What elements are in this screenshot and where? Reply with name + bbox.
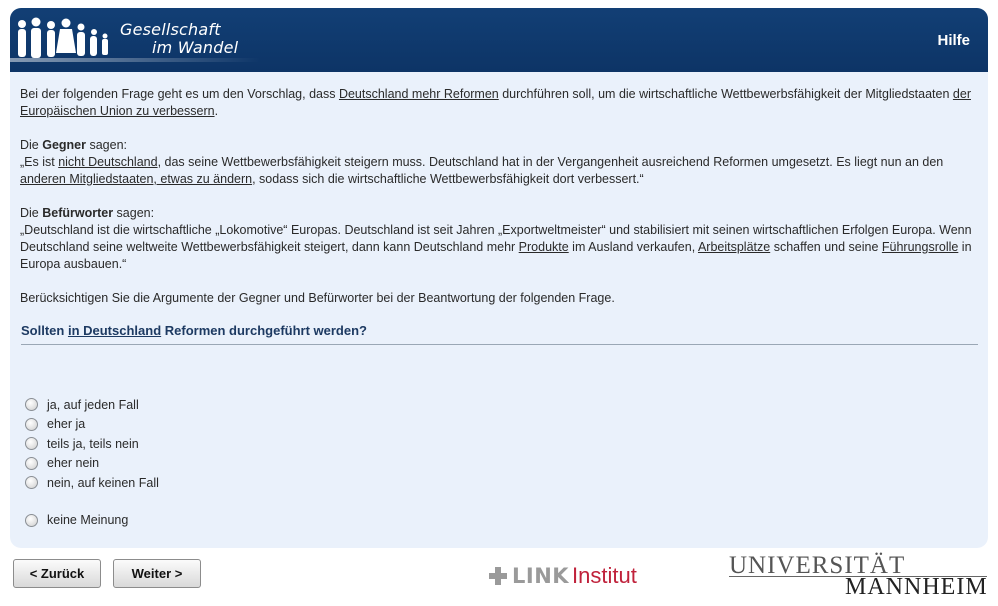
question-text-part: Reformen durchgeführt werden? [161, 323, 367, 338]
next-button[interactable]: Weiter > [113, 559, 201, 588]
opponents-quote: , das seine Wettbewerbsfähigkeit steiger… [157, 155, 944, 169]
opponents-quote: „Es ist [20, 155, 59, 169]
link-logo-institut: Institut [572, 563, 637, 588]
option-row[interactable]: teils ja, teils nein [25, 434, 159, 454]
link-logo-word: LINK [512, 564, 570, 588]
option-row[interactable]: ja, auf jeden Fall [25, 395, 159, 415]
term-link-leadership[interactable]: Führungsrolle [882, 240, 958, 254]
option-label: eher nein [47, 456, 100, 471]
supporters-quote: im Ausland verkaufen, [568, 240, 698, 254]
university-logo-line2: MANNHEIM [845, 574, 988, 600]
term-link-products[interactable]: Produkte [519, 240, 569, 254]
intro-paragraph: Bei der folgenden Frage geht es um den V… [20, 86, 980, 120]
option-row[interactable]: eher nein [25, 454, 159, 474]
term-link-jobs[interactable]: Arbeitsplätze [698, 240, 770, 254]
option-label: nein, auf keinen Fall [47, 475, 159, 490]
logo-title-line1: Gesellschaft [120, 20, 221, 39]
intro-text: . [214, 104, 219, 118]
radio-button[interactable] [25, 513, 38, 527]
option-label: teils ja, teils nein [47, 436, 139, 451]
help-link[interactable]: Hilfe [937, 32, 970, 49]
intro-text: durchführen soll, um die wirtschaftliche… [498, 87, 953, 101]
radio-button[interactable] [25, 417, 38, 431]
option-row[interactable]: eher ja [25, 415, 159, 435]
term-link-in-germany[interactable]: in Deutschland [68, 323, 161, 338]
radio-button[interactable] [25, 437, 38, 451]
option-row[interactable]: nein, auf keinen Fall [25, 473, 159, 493]
answer-options: ja, auf jeden Fall eher ja teils ja, tei… [25, 395, 159, 530]
supporters-label: Die [20, 206, 43, 220]
link-institut-logo: LINK Institut [488, 563, 637, 589]
link-logo-icon [489, 567, 507, 585]
radio-button[interactable] [25, 456, 38, 470]
instruction-text: Berücksichtigen Sie die Argumente der Ge… [20, 291, 615, 305]
radio-button[interactable] [25, 476, 38, 490]
question-text-part: Sollten [21, 323, 68, 338]
opponents-label: sagen: [86, 138, 128, 152]
question-heading: Sollten in Deutschland Reformen durchgef… [21, 323, 978, 345]
supporters-label-bold: Befürworter [42, 206, 114, 220]
term-link-reforms[interactable]: Deutschland mehr Reformen [339, 87, 499, 101]
supporters-paragraph: Die Befürworter sagen: „Deutschland ist … [20, 205, 980, 273]
header-bar: Gesellschaft im Wandel Hilfe [10, 8, 988, 72]
option-label: eher ja [47, 417, 86, 432]
option-label: ja, auf jeden Fall [47, 397, 139, 412]
term-link-not-germany[interactable]: nicht Deutschland [58, 155, 157, 169]
intro-text: Bei der folgenden Frage geht es um den V… [20, 87, 339, 101]
opponents-label-bold: Gegner [42, 138, 86, 152]
opponents-label: Die [20, 138, 43, 152]
opponents-quote: , sodass sich die wirtschaftliche Wettbe… [252, 172, 644, 186]
supporters-quote: schaffen und seine [770, 240, 882, 254]
option-label: keine Meinung [47, 513, 129, 528]
back-button[interactable]: < Zurück [13, 559, 101, 588]
term-link-other-states[interactable]: anderen Mitgliedstaaten, etwas zu ändern [20, 172, 252, 186]
question-text: Bei der folgenden Frage geht es um den V… [20, 86, 980, 324]
survey-panel: Gesellschaft im Wandel Hilfe Bei der fol… [10, 8, 988, 548]
radio-button[interactable] [25, 398, 38, 412]
supporters-label: sagen: [113, 206, 155, 220]
option-row-no-opinion[interactable]: keine Meinung [25, 511, 159, 531]
opponents-paragraph: Die Gegner sagen: „Es ist nicht Deutschl… [20, 137, 980, 188]
logo-title-line2: im Wandel [152, 38, 239, 57]
